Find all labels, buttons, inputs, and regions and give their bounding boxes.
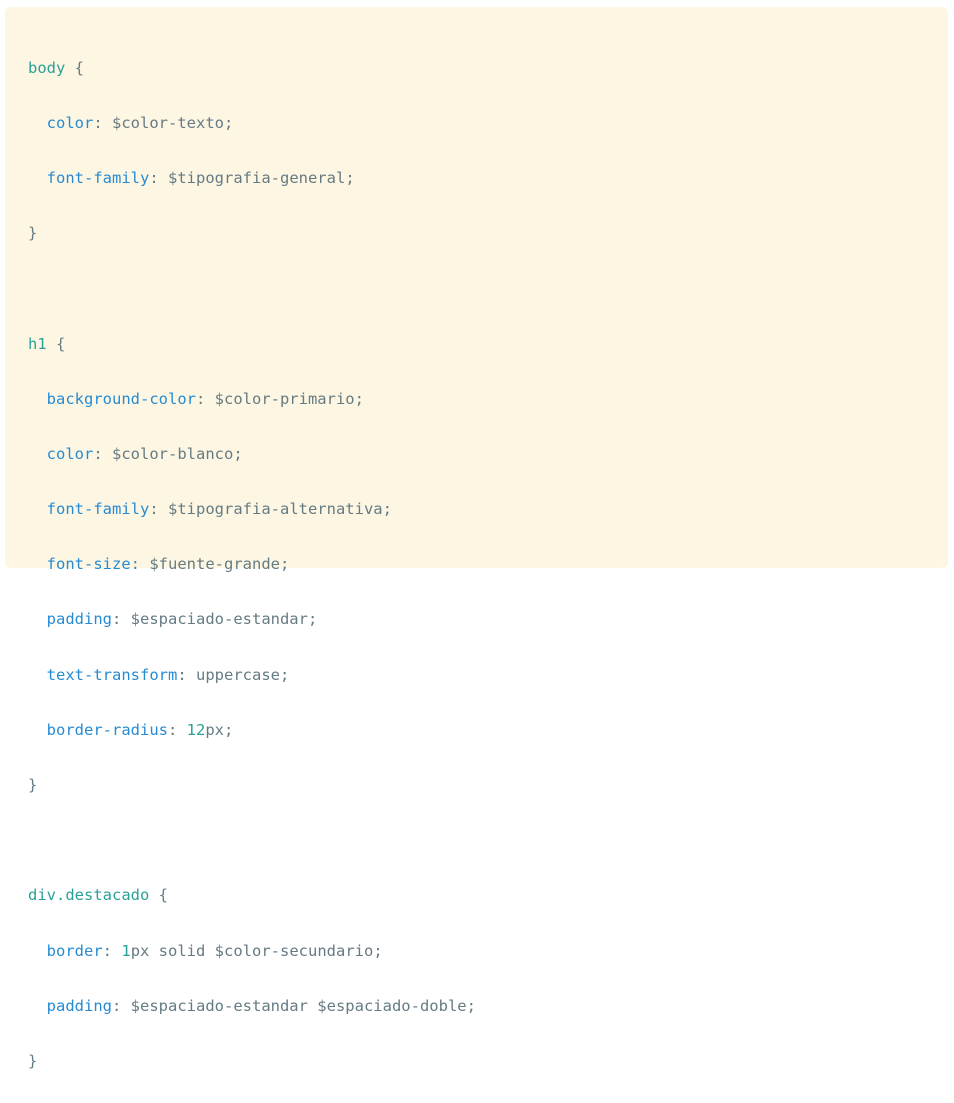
code-block: body { color: $color-texto; font-family:… [5, 7, 948, 1070]
css-value: $tipografia-alternativa [168, 500, 383, 519]
css-property: font-size [46, 555, 131, 574]
code-line: padding: $espaciado-estandar $espaciado-… [46, 996, 476, 1015]
css-property: font-family [46, 168, 150, 187]
css-value: uppercase [196, 665, 280, 684]
open-brace: { [65, 58, 84, 77]
code-line: color: $color-texto; [46, 113, 234, 132]
css-property: color [46, 113, 94, 132]
css-value: $espaciado-estandar $espaciado-doble [130, 996, 467, 1015]
close-brace: } [28, 776, 38, 795]
close-brace: } [28, 1051, 38, 1070]
code-line: h1 { [28, 331, 948, 359]
css-number: 12 [186, 720, 206, 739]
css-property: border [46, 941, 103, 960]
css-property: padding [46, 996, 112, 1015]
css-value: $fuente-grande [149, 555, 280, 574]
code-line: font-family: $tipografia-alternativa; [46, 500, 392, 519]
css-property: color [46, 444, 94, 463]
code-line: padding: $espaciado-estandar; [46, 610, 318, 629]
css-value: $tipografia-general [168, 168, 346, 187]
code-line: font-family: $tipografia-general; [46, 168, 355, 187]
code-line: border: 1px solid $color-secundario; [46, 941, 383, 960]
css-property: border-radius [46, 720, 168, 739]
code-line: } [28, 772, 948, 800]
code-line: } [28, 220, 948, 248]
close-brace: } [28, 224, 38, 243]
code-line: body { [28, 55, 948, 83]
code-line: border-radius: 12px; [46, 720, 234, 739]
code-line: background-color: $color-primario; [46, 389, 364, 408]
css-value: $espaciado-estandar [130, 610, 308, 629]
css-value: px solid $color-secundario [130, 941, 374, 960]
css-property: padding [46, 610, 112, 629]
code-line: } [28, 1048, 948, 1076]
code-line: div.destacado { [28, 882, 948, 910]
css-property: background-color [46, 389, 196, 408]
css-selector: body [28, 58, 66, 77]
open-brace: { [149, 886, 168, 905]
open-brace: { [46, 334, 66, 353]
css-selector: div.destacado [28, 886, 150, 905]
code-line: color: $color-blanco; [46, 444, 243, 463]
css-value: $color-texto [112, 113, 224, 132]
css-value: px [205, 720, 225, 739]
css-number: 1 [121, 941, 131, 960]
css-value: $color-primario [214, 389, 355, 408]
css-value: $color-blanco [112, 444, 234, 463]
css-property: font-family [46, 500, 150, 519]
css-selector: h1 [28, 334, 47, 353]
css-property: text-transform [46, 665, 178, 684]
code-line: text-transform: uppercase; [46, 665, 290, 684]
